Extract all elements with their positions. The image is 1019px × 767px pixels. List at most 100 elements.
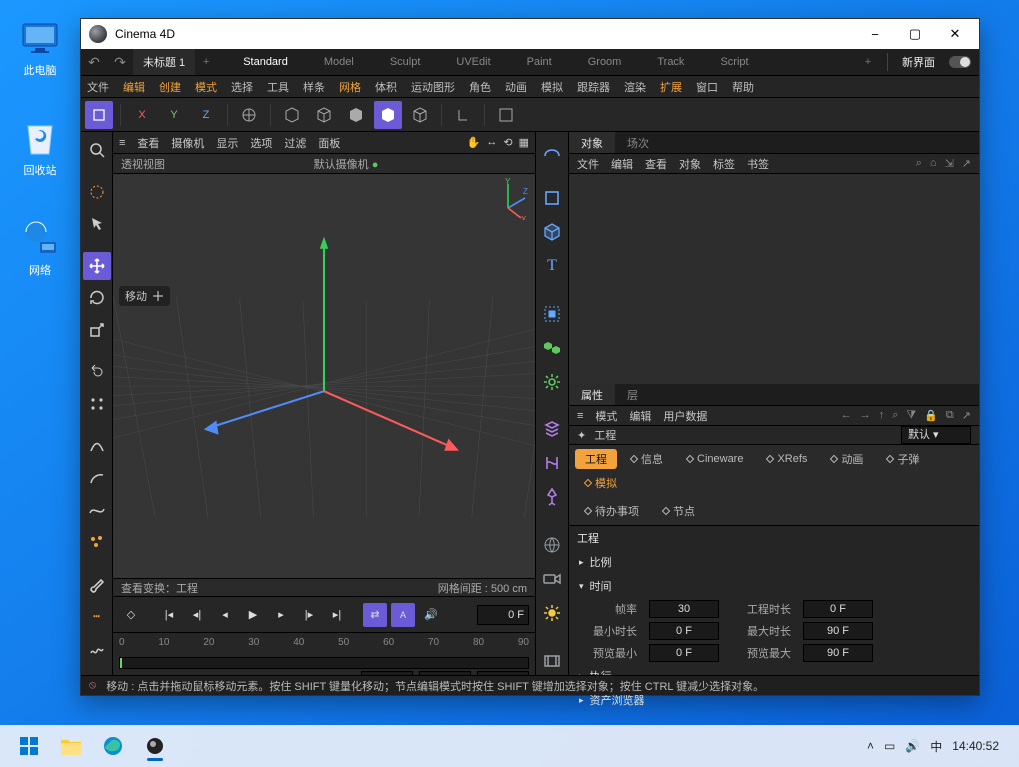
playhead[interactable] — [120, 658, 122, 668]
attrs-link-icon[interactable]: ⧉ — [946, 409, 954, 422]
timeline-track[interactable] — [119, 657, 529, 669]
camera-icon[interactable] — [538, 565, 566, 593]
attrs-up-icon[interactable]: ↑ — [879, 409, 885, 422]
menu-animation[interactable]: 动画 — [505, 79, 527, 95]
rig-icon[interactable] — [538, 483, 566, 511]
layout-sculpt[interactable]: Sculpt — [372, 56, 439, 68]
primitive-extra-icon[interactable] — [406, 101, 434, 129]
menu-tracker[interactable]: 跟踪器 — [577, 79, 610, 95]
edge-icon[interactable] — [94, 729, 132, 763]
chip-anim[interactable]: 动画 — [821, 449, 873, 469]
rotate-tool-icon[interactable] — [83, 284, 111, 312]
reset-psr-icon[interactable] — [85, 101, 113, 129]
menu-edit[interactable]: 编辑 — [123, 79, 145, 95]
attrs-menu-mode[interactable]: 模式 — [595, 408, 617, 424]
move-tool-icon[interactable] — [83, 252, 111, 280]
primitive-wire-icon[interactable] — [310, 101, 338, 129]
tray-chevron-icon[interactable]: ˄ — [867, 739, 874, 753]
record-button[interactable]: ◇ — [119, 603, 143, 627]
menu-mode[interactable]: 模式 — [195, 79, 217, 95]
tray-volume-icon[interactable]: 🔊 — [905, 739, 920, 753]
obj-home-icon[interactable]: ⌂ — [930, 157, 937, 170]
vp-menu-camera[interactable]: 摄像机 — [171, 135, 204, 151]
text-primitive-icon[interactable]: T — [538, 252, 566, 280]
group-time[interactable]: ▾时间 — [569, 574, 979, 598]
selection-set-icon[interactable] — [538, 300, 566, 328]
menu-mograph[interactable]: 运动图形 — [411, 79, 455, 95]
layout-standard[interactable]: Standard — [225, 56, 306, 68]
menu-file[interactable]: 文件 — [87, 79, 109, 95]
scale-tool-icon[interactable] — [83, 316, 111, 344]
new-ui-toggle[interactable] — [949, 56, 971, 68]
desktop-icon-this-pc[interactable]: 此电脑 — [5, 18, 75, 78]
layout-groom[interactable]: Groom — [570, 56, 640, 68]
layout-l-icon[interactable] — [449, 101, 477, 129]
search-icon[interactable] — [83, 136, 111, 164]
vp-menu-handle[interactable]: ≡ — [119, 137, 125, 149]
measure-icon[interactable]: ┅ — [83, 602, 111, 630]
tray-network-icon[interactable]: ▭ — [884, 739, 895, 753]
layout-uvedit[interactable]: UVEdit — [438, 56, 508, 68]
fld-pmin[interactable]: 0 F — [649, 644, 719, 662]
gear-icon[interactable] — [538, 368, 566, 396]
attrs-lock-icon[interactable]: 🔒 — [924, 409, 938, 422]
chip-project[interactable]: 工程 — [575, 449, 617, 469]
chip-cineware[interactable]: Cineware — [677, 449, 753, 469]
light-icon[interactable] — [538, 599, 566, 627]
attrs-back-icon[interactable]: ← — [841, 409, 852, 422]
layout-script[interactable]: Script — [702, 56, 766, 68]
spline-pen-icon[interactable] — [83, 432, 111, 460]
menu-volume[interactable]: 体积 — [375, 79, 397, 95]
fld-fps[interactable]: 30 — [649, 600, 719, 618]
tray-clock[interactable]: 14:40:52 — [952, 739, 999, 753]
field-icon[interactable] — [538, 416, 566, 444]
tab-layers[interactable]: 层 — [615, 384, 650, 405]
vp-menu-panel[interactable]: 面板 — [318, 135, 340, 151]
menu-mesh[interactable]: 网格 — [339, 79, 361, 95]
tray-ime[interactable]: 中 — [930, 738, 942, 755]
deformer-icon[interactable] — [538, 449, 566, 477]
obj-menu-obj[interactable]: 对象 — [679, 156, 701, 172]
tab-objects[interactable]: 对象 — [569, 132, 615, 153]
loop-button[interactable]: ⇄ — [363, 603, 387, 627]
mode-dropdown[interactable]: 默认 ▾ — [901, 426, 971, 444]
axis-y-icon[interactable]: Y — [160, 101, 188, 129]
frame-icon[interactable] — [492, 101, 520, 129]
fld-min[interactable]: 0 F — [649, 622, 719, 640]
attrs-filter-icon[interactable]: ⧩ — [906, 409, 916, 422]
step-fwd-button[interactable]: ▸ — [269, 603, 293, 627]
play-button[interactable]: ▶ — [241, 603, 265, 627]
menu-simulate[interactable]: 模拟 — [541, 79, 563, 95]
chip-sim[interactable]: 模拟 — [575, 473, 627, 493]
vp-layout-icon[interactable]: ▦ — [519, 136, 529, 149]
autokey-button[interactable]: A — [391, 603, 415, 627]
chip-bullet[interactable]: 子弹 — [877, 449, 929, 469]
chip-todo[interactable]: 待办事项 — [575, 501, 649, 521]
viewport-camera[interactable]: 默认摄像机 — [314, 159, 369, 171]
coord-system-icon[interactable] — [235, 101, 263, 129]
sound-button[interactable]: 🔊 — [419, 603, 443, 627]
desktop-icon-recycle-bin[interactable]: 回收站 — [5, 118, 75, 178]
next-key-button[interactable]: |▸ — [297, 603, 321, 627]
obj-toggle-icon[interactable]: ⇲ — [945, 157, 954, 170]
spline-tool-icon[interactable] — [538, 136, 566, 164]
vp-zoom-icon[interactable]: ↔ — [486, 136, 497, 149]
obj-menu-file[interactable]: 文件 — [577, 156, 599, 172]
go-start-button[interactable]: |◂ — [157, 603, 181, 627]
spline-smooth-icon[interactable] — [83, 496, 111, 524]
minimize-button[interactable]: − — [855, 19, 895, 49]
primitive-poly-icon[interactable] — [278, 101, 306, 129]
chip-xrefs[interactable]: XRefs — [757, 449, 817, 469]
taskbar[interactable]: ˄ ▭ 🔊 中 14:40:52 — [0, 725, 1019, 767]
go-end-button[interactable]: ▸| — [325, 603, 349, 627]
document-tab[interactable]: 未标题 1 — [133, 49, 195, 75]
brush-icon[interactable] — [83, 570, 111, 598]
sketch-icon[interactable] — [83, 634, 111, 662]
obj-search-icon[interactable]: ⌕ — [916, 157, 922, 170]
particles-icon[interactable] — [83, 528, 111, 556]
attrs-menu-user[interactable]: 用户数据 — [663, 408, 707, 424]
live-select-icon[interactable] — [83, 178, 111, 206]
cinema4d-taskbar-icon[interactable] — [136, 729, 174, 763]
layout-track[interactable]: Track — [639, 56, 702, 68]
vp-menu-filter[interactable]: 过滤 — [284, 135, 306, 151]
